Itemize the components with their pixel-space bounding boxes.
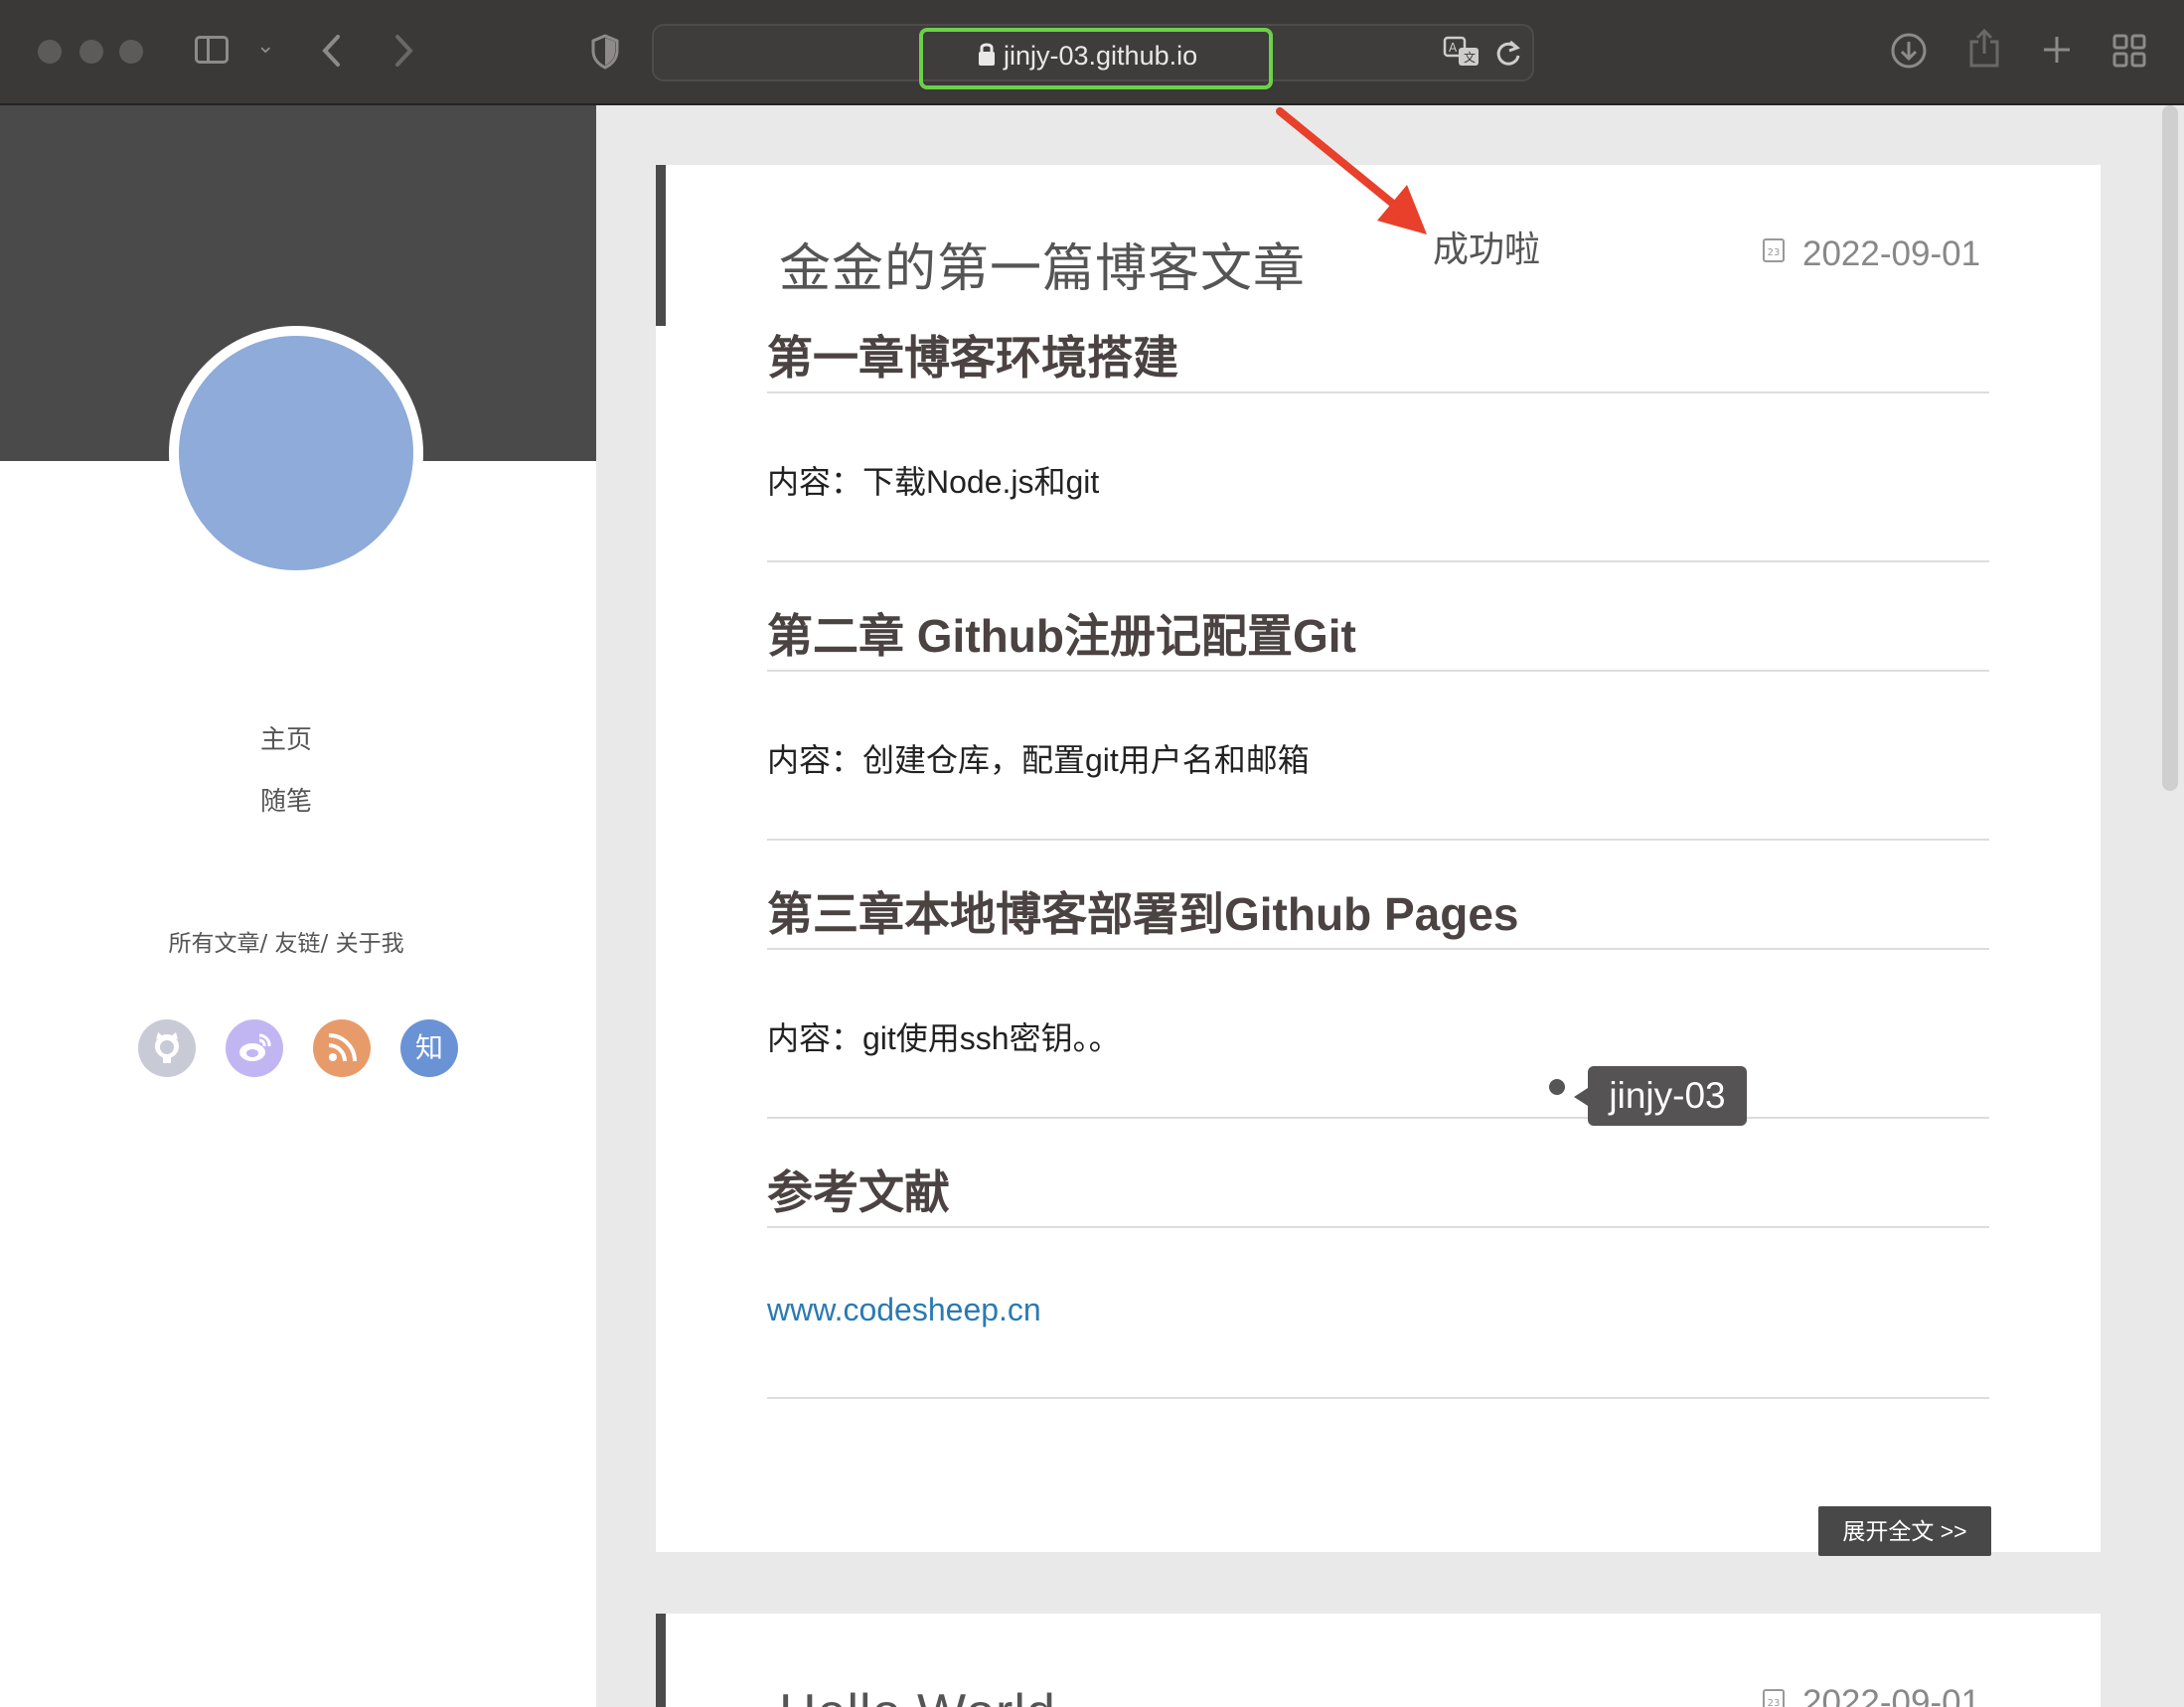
section-divider — [767, 560, 1989, 562]
section-content: 内容：git使用ssh密钥。。 — [767, 1020, 1121, 1056]
sidebar-icon[interactable] — [195, 36, 229, 64]
section-divider — [767, 839, 1989, 841]
post-card: Hello World 23 2022-09-01 — [656, 1614, 2101, 1707]
svg-text:A: A — [1449, 41, 1458, 55]
nav-home-link[interactable]: 主页 — [0, 719, 572, 756]
heading-divider — [767, 670, 1989, 672]
annotation-arrow — [1276, 107, 1427, 234]
chevron-down-icon[interactable]: ⌄ — [256, 34, 274, 59]
post-accent-bar — [656, 165, 666, 326]
friends-link[interactable]: 友链 — [275, 931, 321, 957]
github-glyph — [155, 1032, 179, 1063]
chevron-left-icon[interactable] — [320, 34, 344, 68]
browser-toolbar: ⌄ jinjy-03.github.io A文 — [0, 0, 2184, 105]
blog-sidebar: 主页 随笔 所有文章/ 友链/ 关于我 知 — [0, 105, 596, 1707]
post-title[interactable]: 金金的第一篇博客文章 — [779, 227, 1306, 301]
url-text[interactable]: jinjy-03.github.io — [1004, 36, 1197, 76]
read-more-button[interactable]: 展开全文 >> — [1818, 1506, 1991, 1556]
section-heading: 第一章博客环境搭建 — [767, 332, 1178, 384]
zhihu-icon[interactable]: 知 — [400, 1019, 458, 1077]
download-icon[interactable] — [1890, 32, 1928, 70]
calendar-icon: 23 — [1763, 238, 1785, 262]
all-posts-link[interactable]: 所有文章 — [168, 931, 259, 957]
avatar[interactable] — [169, 326, 423, 580]
section-heading: 参考文献 — [767, 1166, 950, 1218]
close-window-button[interactable] — [38, 40, 62, 64]
lock-icon — [979, 43, 995, 66]
post-date: 2022-09-01 — [1802, 234, 1981, 273]
weibo-glyph — [239, 1033, 271, 1061]
svg-text:文: 文 — [1464, 50, 1476, 65]
heading-divider — [767, 1226, 1989, 1228]
post-title[interactable]: Hello World — [779, 1683, 1056, 1707]
reference-link[interactable]: www.codesheep.cn — [767, 1292, 1041, 1328]
about-link[interactable]: 关于我 — [336, 931, 404, 957]
heading-divider — [767, 391, 1989, 393]
github-icon[interactable] — [138, 1019, 196, 1077]
weibo-icon[interactable] — [226, 1019, 283, 1077]
zoom-window-button[interactable] — [119, 40, 143, 64]
section-content: 内容：下载Node.js和git — [767, 464, 1100, 500]
nav-notes-link[interactable]: 随笔 — [0, 781, 572, 818]
annotation-text: 成功啦 — [1433, 230, 1541, 270]
chevron-right-icon[interactable] — [391, 34, 415, 68]
post-card: 金金的第一篇博客文章 23 2022-09-01 第一章博客环境搭建 内容：下载… — [656, 165, 2101, 1556]
section-heading: 第二章 Github注册记配置Git — [767, 610, 1356, 662]
plus-icon[interactable] — [2041, 34, 2073, 66]
tooltip-arrow — [1574, 1088, 1588, 1106]
heading-divider — [767, 948, 1989, 950]
minimize-window-button[interactable] — [79, 40, 103, 64]
section-heading: 第三章本地博客部署到Github Pages — [767, 888, 1519, 940]
calendar-icon: 23 — [1763, 1689, 1785, 1707]
shield-icon[interactable] — [590, 34, 620, 70]
rss-glyph — [328, 1033, 357, 1062]
rss-icon[interactable] — [313, 1019, 371, 1077]
tab-overview-icon[interactable] — [2112, 34, 2146, 68]
section-divider — [767, 1397, 1989, 1399]
post-accent-bar — [656, 1614, 666, 1707]
section-divider — [767, 1117, 1989, 1119]
reload-icon[interactable] — [1494, 38, 1522, 68]
share-icon[interactable] — [1967, 28, 2001, 70]
tooltip-anchor-dot — [1549, 1079, 1565, 1095]
sidebar-links: 所有文章/ 友链/ 关于我 — [168, 931, 404, 957]
post-date: 2022-09-01 — [1802, 1683, 1981, 1707]
section-content: 内容：创建仓库，配置git用户名和邮箱 — [767, 742, 1310, 778]
username-tooltip: jinjy-03 — [1588, 1066, 1747, 1126]
page-scrollbar[interactable] — [2162, 105, 2178, 791]
translate-icon[interactable]: A文 — [1443, 36, 1482, 68]
